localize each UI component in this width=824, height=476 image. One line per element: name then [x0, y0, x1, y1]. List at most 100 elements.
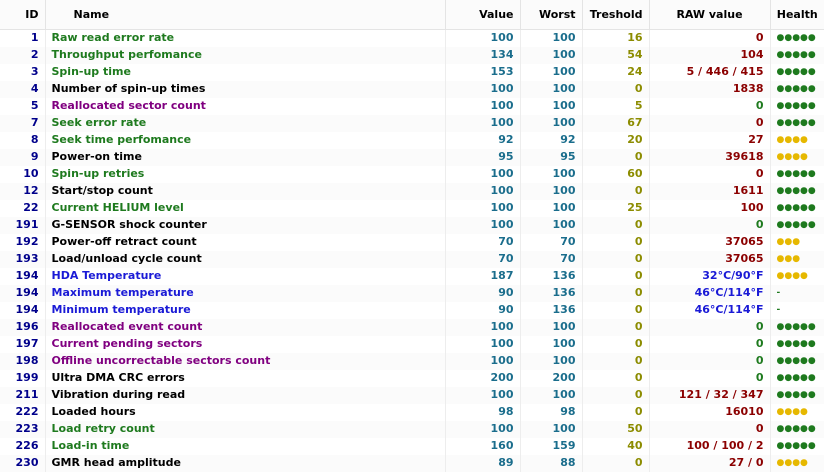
table-row[interactable]: 3 Spin-up time 153 100 24 5 / 446 / 415 ●●●●●: [0, 63, 824, 81]
cell-worst: 100: [520, 182, 583, 200]
cell-treshold: 0: [582, 216, 650, 234]
table-row[interactable]: 5 Reallocated sector count 100 100 5 0 ●●●●●: [0, 97, 824, 115]
cell-raw-value: 27 / 0: [649, 454, 771, 472]
cell-name: Reallocated event count: [45, 318, 446, 336]
table-row[interactable]: 10 Spin-up retries 100 100 60 0 ●●●●●: [0, 165, 824, 183]
cell-health: -: [770, 284, 824, 302]
table-row[interactable]: 211 Vibration during read 100 100 0 121 / 32 …: [0, 386, 824, 404]
table-row[interactable]: 8 Seek time perfomance 92 92 20 27 ●●●●: [0, 131, 824, 149]
cell-treshold: 0: [582, 80, 650, 98]
cell-health: ●●●●●: [770, 216, 824, 234]
cell-name: Throughput perfomance: [45, 46, 446, 64]
cell-health: ●●●●●: [770, 318, 824, 336]
table-row[interactable]: 2 Throughput perfomance 134 100 54 104 ●●●●●: [0, 46, 824, 64]
cell-value: 100: [445, 80, 521, 98]
cell-raw-value: 0: [649, 335, 771, 353]
cell-treshold: 0: [582, 284, 650, 302]
table-row[interactable]: 191 G-SENSOR shock counter 100 100 0 0 ●●●●●: [0, 216, 824, 234]
table-row[interactable]: 4 Number of spin-up times 100 100 0 1838 ●●●●●: [0, 80, 824, 98]
cell-worst: 98: [520, 403, 583, 421]
table-row[interactable]: 192 Power-off retract count 70 70 0 37065 ●●●: [0, 233, 824, 251]
cell-health: ●●●●●: [776, 203, 816, 213]
cell-health: ●●●●●: [776, 169, 816, 179]
table-row[interactable]: 196 Reallocated event count 100 100 0 0 ●●●●●: [0, 318, 824, 336]
column-header-worst[interactable]: Worst: [520, 0, 583, 30]
table-row[interactable]: 197 Current pending sectors 100 100 0 0 ●●●●●: [0, 335, 824, 353]
table-row[interactable]: 1 Raw read error rate 100 100 16 0 ●●●●●: [0, 29, 824, 47]
column-header-value[interactable]: Value: [445, 0, 521, 30]
column-header-raw-value[interactable]: RAW value: [649, 0, 771, 30]
cell-raw-value: 121 / 32 / 347: [649, 386, 771, 404]
table-row[interactable]: 199 Ultra DMA CRC errors 200 200 0 0 ●●●●●: [0, 369, 824, 387]
table-row[interactable]: 194 Minimum temperature 90 136 0 46°C/114°F -: [0, 301, 824, 319]
table-row[interactable]: 194 Maximum temperature 90 136 0 46°C/114°F -: [0, 284, 824, 302]
cell-raw-value: 0: [649, 97, 771, 115]
cell-id: 10: [0, 165, 46, 183]
cell-value: 100: [445, 352, 521, 370]
cell-raw-value: 104: [649, 46, 771, 64]
cell-value: 100: [445, 182, 521, 200]
table-row[interactable]: 230 GMR head amplitude 89 88 0 27 / 0 ●●●●: [0, 454, 824, 472]
cell-worst: 136: [520, 267, 583, 285]
cell-name: Load-in time: [45, 437, 446, 455]
cell-raw-value: 0: [649, 420, 771, 438]
cell-id: 222: [0, 403, 46, 421]
table-row[interactable]: 222 Loaded hours 98 98 0 16010 ●●●●: [0, 403, 824, 421]
cell-treshold: 0: [582, 182, 650, 200]
cell-id: 193: [0, 250, 46, 268]
cell-health: ●●●: [770, 250, 824, 268]
cell-treshold: 24: [582, 63, 650, 81]
cell-value: 90: [445, 284, 521, 302]
cell-name: Seek time perfomance: [45, 131, 446, 149]
cell-treshold: 54: [582, 46, 650, 64]
table-row[interactable]: 198 Offline uncorrectable sectors count 10…: [0, 352, 824, 370]
cell-id: 22: [0, 199, 46, 217]
cell-health: ●●●●●: [776, 33, 816, 44]
cell-raw-value: 0: [649, 369, 771, 387]
cell-name: Spin-up retries: [45, 165, 446, 183]
table-row[interactable]: 193 Load/unload cycle count 70 70 0 37065 ●●●: [0, 250, 824, 268]
cell-raw-value: 1611: [649, 182, 771, 200]
table-row[interactable]: 12 Start/stop count 100 100 0 1611 ●●●●●: [0, 182, 824, 200]
cell-name: Vibration during read: [45, 386, 446, 404]
cell-value: 100: [445, 97, 521, 115]
cell-raw-value: 0: [649, 165, 771, 183]
cell-treshold: 5: [582, 97, 650, 115]
cell-id: 197: [0, 335, 46, 353]
cell-name: Power-off retract count: [45, 233, 446, 251]
table-row[interactable]: 9 Power-on time 95 95 0 39618 ●●●●: [0, 148, 824, 166]
table-row[interactable]: 7 Seek error rate 100 100 67 0 ●●●●●: [0, 114, 824, 132]
cell-value: 100: [445, 216, 521, 234]
table-row[interactable]: 22 Current HELIUM level 100 100 25 100 ●●●●●: [0, 199, 824, 217]
cell-name: Current HELIUM level: [45, 199, 446, 217]
table-row[interactable]: 226 Load-in time 160 159 40 100 / 100 / 2 ●●●●…: [0, 437, 824, 455]
cell-name: HDA Temperature: [45, 267, 446, 285]
cell-raw-value: 1838: [649, 80, 771, 98]
cell-health: ●●●●: [776, 407, 808, 417]
table-row[interactable]: 223 Load retry count 100 100 50 0 ●●●●●: [0, 420, 824, 438]
cell-name: Loaded hours: [45, 403, 446, 421]
cell-health: ●●●: [776, 237, 801, 247]
cell-name: G-SENSOR shock counter: [45, 216, 446, 234]
cell-id: 194: [0, 267, 46, 285]
cell-health: ●●●●●: [776, 373, 816, 383]
cell-name: Start/stop count: [45, 182, 446, 200]
column-header-treshold[interactable]: Treshold: [582, 0, 650, 30]
cell-value: 134: [445, 46, 521, 64]
cell-value: 98: [445, 403, 521, 421]
cell-value: 100: [445, 165, 521, 183]
cell-worst: 70: [520, 250, 583, 268]
cell-health: ●●●●: [770, 454, 824, 472]
cell-id: 2: [0, 46, 46, 64]
cell-treshold: 0: [582, 369, 650, 387]
column-header-name[interactable]: Name: [45, 0, 446, 30]
cell-raw-value: 39618: [649, 148, 771, 166]
cell-health: ●●●●●: [770, 386, 824, 404]
cell-id: 198: [0, 352, 46, 370]
column-header-health[interactable]: Health: [770, 0, 824, 30]
table-row[interactable]: 194 HDA Temperature 187 136 0 32°C/90°F ●●●●: [0, 267, 824, 285]
cell-id: 1: [0, 29, 46, 47]
column-header-id[interactable]: ID: [0, 0, 46, 30]
cell-worst: 92: [520, 131, 583, 149]
cell-id: 4: [0, 80, 46, 98]
